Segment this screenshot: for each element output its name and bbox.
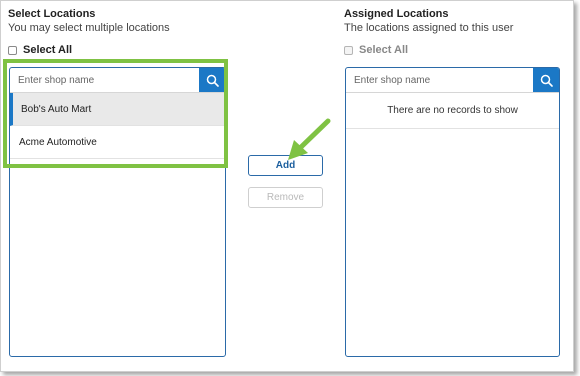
right-search-input[interactable]: [346, 68, 533, 92]
list-item[interactable]: Acme Automotive: [10, 126, 225, 159]
left-select-all-label: Select All: [23, 44, 73, 56]
left-panel-title: Select Locations: [8, 8, 96, 20]
right-search-button[interactable]: [533, 68, 559, 92]
right-select-all[interactable]: Select All: [344, 44, 408, 56]
right-search-row: [346, 68, 559, 93]
left-select-all[interactable]: Select All: [8, 44, 72, 56]
right-panel-title: Assigned Locations: [344, 8, 449, 20]
list-item-label: Bob's Auto Mart: [21, 103, 92, 115]
right-panel-subtitle: The locations assigned to this user: [344, 22, 514, 34]
right-select-all-checkbox[interactable]: [344, 45, 353, 55]
left-search-input[interactable]: [10, 68, 199, 92]
search-icon: [540, 74, 553, 87]
list-item[interactable]: Bob's Auto Mart: [10, 93, 225, 126]
empty-state-message: There are no records to show: [346, 92, 559, 129]
left-search-row: [10, 68, 225, 93]
search-icon: [206, 74, 219, 87]
left-select-all-checkbox[interactable]: [8, 45, 17, 55]
left-search-button[interactable]: [199, 68, 225, 92]
arrow-icon: [288, 118, 331, 160]
remove-button[interactable]: Remove: [248, 187, 323, 208]
left-panel-subtitle: You may select multiple locations: [8, 22, 170, 34]
right-select-all-label: Select All: [359, 44, 409, 56]
available-locations-list: Bob's Auto Mart Acme Automotive: [9, 67, 226, 357]
list-item-label: Acme Automotive: [19, 136, 97, 148]
assigned-locations-list: There are no records to show: [345, 67, 560, 357]
dialog-frame: Select Locations You may select multiple…: [0, 0, 574, 372]
